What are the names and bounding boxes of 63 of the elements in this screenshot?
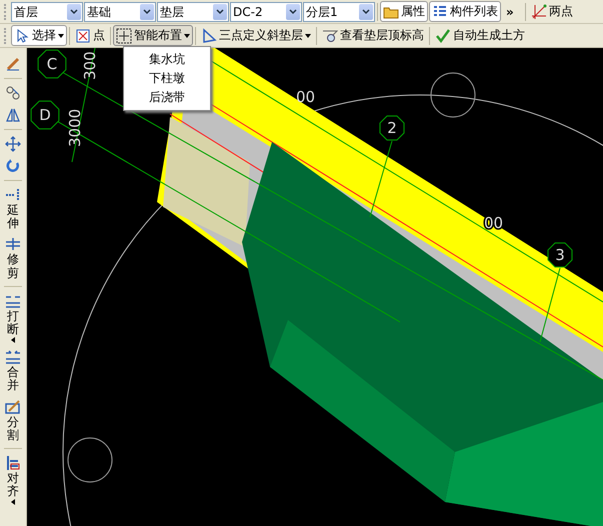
dropdown-field[interactable]: DC-2 <box>230 2 302 22</box>
menu-item[interactable]: 后浇带 <box>124 88 210 107</box>
extend-icon <box>5 187 21 203</box>
checkmark-icon <box>435 28 451 44</box>
toolbar-button[interactable]: 构件列表 <box>429 1 501 22</box>
chevron-down-icon <box>70 8 78 14</box>
axis-bubble <box>30 100 60 130</box>
side-tool-button[interactable]: 打断 <box>5 292 21 344</box>
chevron-down-icon <box>143 8 151 14</box>
chevron-down-icon <box>289 8 297 14</box>
toolbar-button[interactable]: 属性 <box>380 1 428 22</box>
tool-button[interactable]: 三点定义斜垫层 <box>198 25 314 46</box>
align-icon <box>5 454 21 471</box>
chevron-down-icon <box>216 8 224 14</box>
axis-bubble <box>38 50 66 78</box>
side-tool-button[interactable]: 修剪 <box>5 236 21 280</box>
circle-outline <box>430 72 476 118</box>
axis-label: D <box>39 106 51 124</box>
axis-label: 3 <box>555 246 565 264</box>
dimension-label: 300 <box>81 51 99 80</box>
overflow-chevron[interactable]: » <box>506 4 514 18</box>
crossed-square-icon <box>75 28 91 44</box>
dropdown-field[interactable]: 垫层 <box>157 2 229 22</box>
caret-icon <box>305 34 311 38</box>
tool-button[interactable]: 查看垫层顶标高 <box>319 25 427 46</box>
brush-icon <box>5 56 21 72</box>
magnifier-icon <box>322 28 338 44</box>
dropdown-field[interactable]: 基础 <box>84 2 156 22</box>
circle-outline <box>68 438 112 482</box>
crossed-lines-icon <box>530 4 547 20</box>
two-point-button[interactable]: 两点 <box>528 1 576 22</box>
grid-dots-icon <box>116 28 132 44</box>
mirror-icon <box>5 107 21 123</box>
axis-bubble <box>548 242 572 268</box>
axis-bubble <box>380 116 404 140</box>
move-icon <box>5 136 21 152</box>
split-icon <box>5 398 21 414</box>
caret-icon <box>11 337 15 344</box>
offset-icon <box>5 85 21 101</box>
side-tool-button[interactable]: 合并 <box>5 349 21 392</box>
side-tool-button[interactable]: 对齐 <box>5 454 21 506</box>
tool-button[interactable]: 自动生成土方 <box>432 25 528 46</box>
trim-icon <box>5 236 21 252</box>
axis-label: 2 <box>387 119 397 137</box>
side-tool-button[interactable]: 分割 <box>5 398 21 442</box>
caret-icon <box>11 499 15 506</box>
dropdown-field[interactable]: 首层 <box>11 2 83 22</box>
tool-button[interactable]: 点 <box>72 25 108 46</box>
menu-item[interactable]: 下柱墩 <box>124 69 210 88</box>
dropdown-field[interactable]: 分层1 <box>303 2 375 22</box>
merge-icon <box>5 349 21 366</box>
dimension-label: 00 <box>296 88 316 106</box>
tool-button[interactable]: 选择 <box>11 25 67 46</box>
menu-item[interactable]: 集水坑 <box>124 50 210 69</box>
caret-icon <box>58 34 64 38</box>
triangle-icon <box>201 28 217 44</box>
dimension-label: 3000 <box>66 108 84 147</box>
caret-icon <box>184 34 190 38</box>
chevron-down-icon <box>362 8 370 14</box>
rotate-icon <box>5 158 21 174</box>
tool-button[interactable]: 智能布置 <box>113 25 193 46</box>
side-tool-button[interactable]: 延伸 <box>5 187 21 230</box>
axis-label: C <box>46 55 58 73</box>
